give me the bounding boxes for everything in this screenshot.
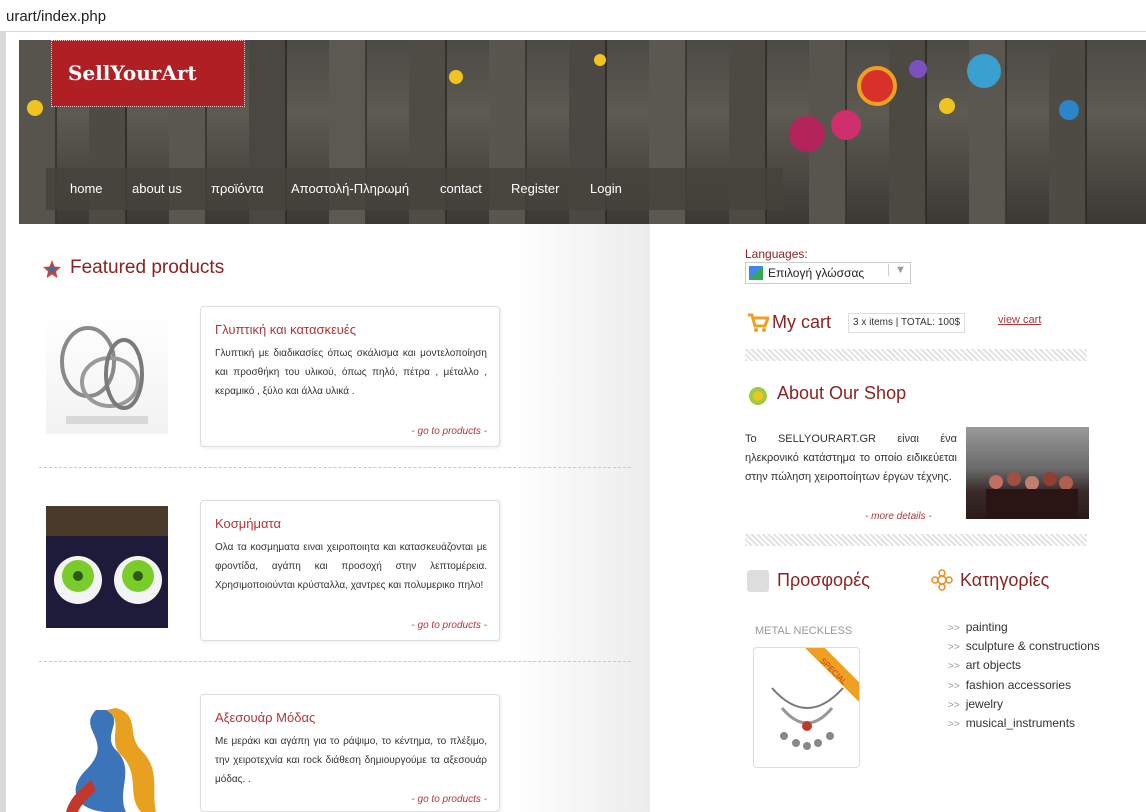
language-select-value: Επιλογή γλώσσας <box>768 266 865 280</box>
nav-about-us[interactable]: about us <box>132 181 182 196</box>
featured-title: Featured products <box>70 257 225 278</box>
offers-title: Προσφορές <box>777 570 870 590</box>
languages-label: Languages: <box>745 247 808 261</box>
category-label: painting <box>965 620 1008 634</box>
flower-decoration <box>789 116 825 152</box>
product-description: Με μεράκι και αγάπη για το ράψιμο, το κέ… <box>215 736 487 785</box>
nav-home[interactable]: home <box>70 181 103 196</box>
category-label: musical_instruments <box>965 716 1076 730</box>
product-image[interactable] <box>46 506 168 628</box>
category-item[interactable]: >> art objects <box>948 658 1021 672</box>
product-card: Γλυπτική και κατασκευές Γλυπτική με διαδ… <box>200 306 500 447</box>
site-logo[interactable]: SellYourArt <box>51 40 245 107</box>
product-title[interactable]: Αξεσουάρ Μόδας <box>215 710 315 725</box>
flower-decoration <box>909 60 927 78</box>
address-bar[interactable]: urart/index.php <box>0 0 1146 32</box>
product-title[interactable]: Κοσμήματα <box>215 516 281 531</box>
category-label: jewelry <box>965 697 1004 711</box>
flower-outline-icon <box>931 569 953 591</box>
category-item[interactable]: >> painting <box>948 620 1008 634</box>
nav-contact[interactable]: contact <box>440 181 482 196</box>
more-details-link[interactable]: - more details - <box>865 511 932 522</box>
product-description: Γλυπτική με διαδικασίες όπως σκάλισμα κα… <box>215 348 487 397</box>
logo-text: SellYourArt <box>68 61 197 85</box>
hatch-divider <box>745 349 1087 361</box>
url-text: urart/index.php <box>6 8 107 25</box>
nav-register[interactable]: Register <box>511 181 559 196</box>
bullet-icon: >> <box>948 661 960 672</box>
flower-decoration <box>967 54 1001 88</box>
category-item[interactable]: >> musical_instruments <box>948 716 1075 730</box>
category-item[interactable]: >> sculpture & constructions <box>948 639 1100 653</box>
categories-title: Κατηγορίες <box>960 570 1050 590</box>
about-text: Το SELLYOURART.GR είναι ένα ηλεκρονικό κ… <box>745 433 957 483</box>
product-image[interactable] <box>46 700 168 812</box>
nav-login[interactable]: Login <box>590 181 622 196</box>
bullet-icon: >> <box>948 700 960 711</box>
divider <box>39 467 631 468</box>
product-card: Κοσμήματα Ολα τα κοσμηματα ειναι χειροπο… <box>200 500 500 641</box>
category-label: sculpture & constructions <box>965 639 1100 653</box>
cart-title: My cart <box>772 312 832 332</box>
flower-decoration <box>27 100 43 116</box>
flower-decoration <box>449 70 463 84</box>
product-title[interactable]: Γλυπτική και κατασκευές <box>215 322 356 337</box>
main-nav: home about us προϊόντα Αποστολή-Πληρωμή … <box>46 168 783 210</box>
site-header: SellYourArt home about us προϊόντα Αποστ… <box>19 40 1146 224</box>
nav-shipping-payment[interactable]: Αποστολή-Πληρωμή <box>291 181 409 196</box>
view-cart-link[interactable]: view cart <box>998 314 1041 326</box>
product-card: Αξεσουάρ Μόδας Με μεράκι και αγάπη για τ… <box>200 694 500 812</box>
flower-decoration <box>939 98 955 114</box>
star-icon <box>43 260 61 278</box>
go-to-products-link[interactable]: - go to products - <box>411 426 487 437</box>
about-title: About Our Shop <box>777 383 907 403</box>
offer-item-name[interactable]: METAL NECKLESS <box>755 625 852 637</box>
flower-decoration <box>594 54 606 66</box>
cart-icon <box>748 313 769 332</box>
bullet-icon: >> <box>948 681 960 692</box>
about-photo <box>966 427 1089 519</box>
bullet-icon: >> <box>948 642 960 653</box>
nav-products[interactable]: προϊόντα <box>211 181 264 196</box>
bullet-icon: >> <box>948 719 960 730</box>
cart-summary: 3 x items | TOTAL: 100$ <box>848 313 966 333</box>
hatch-divider <box>745 534 1087 546</box>
bullet-icon: >> <box>948 623 960 634</box>
offer-product-card[interactable]: SPECIAL <box>753 647 860 768</box>
google-translate-icon <box>749 266 763 280</box>
category-item[interactable]: >> jewelry <box>948 697 1003 711</box>
offers-icon <box>747 570 769 592</box>
page-left-rule <box>0 32 6 812</box>
go-to-products-link[interactable]: - go to products - <box>411 794 487 805</box>
sun-flower-icon <box>749 387 767 405</box>
category-label: art objects <box>965 658 1022 672</box>
category-label: fashion accessories <box>965 678 1072 692</box>
flower-decoration <box>831 110 861 140</box>
product-image[interactable] <box>46 312 168 434</box>
category-item[interactable]: >> fashion accessories <box>948 678 1071 692</box>
divider <box>39 661 631 662</box>
flower-decoration <box>857 66 897 106</box>
chevron-down-icon: ▼ <box>888 264 906 276</box>
product-description: Ολα τα κοσμηματα ειναι χειροποιητα και κ… <box>215 542 487 591</box>
flower-decoration <box>1059 100 1079 120</box>
language-select[interactable]: Επιλογή γλώσσας ▼ <box>745 262 911 284</box>
go-to-products-link[interactable]: - go to products - <box>411 620 487 631</box>
